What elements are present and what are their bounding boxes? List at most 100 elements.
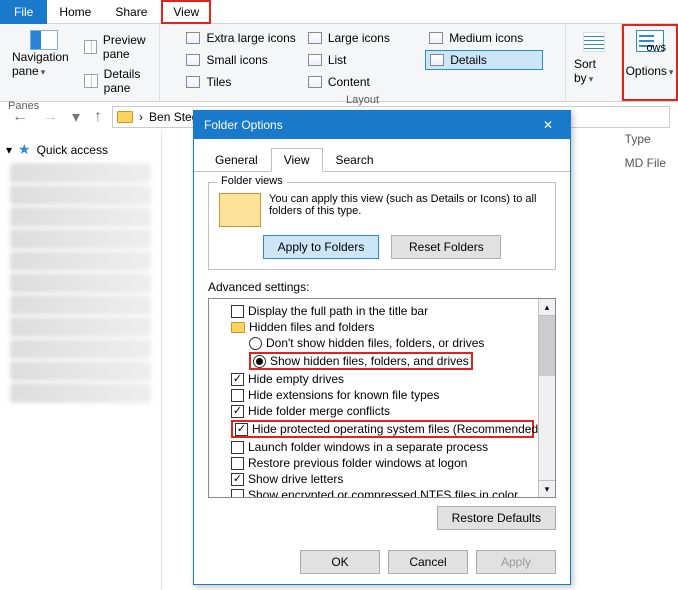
layout-large-label: Large icons [328,31,390,45]
scroll-thumb[interactable] [539,316,555,376]
tree-item-blurred[interactable] [10,185,151,205]
opt-show-drive-letters[interactable]: Show drive letters [213,471,534,487]
checkbox-icon [231,489,244,498]
layout-tiles-label: Tiles [206,75,231,89]
details-pane-button[interactable]: Details pane [84,67,151,95]
nav-recent-dropdown[interactable]: ▾ [68,107,84,127]
address-segment[interactable]: Ben Steg [149,110,198,124]
navigation-pane-button[interactable]: Navigation pane [12,30,76,98]
tree-item-blurred[interactable] [10,295,151,315]
options-button-label: Options [626,64,674,78]
nav-forward-button[interactable]: → [38,108,62,126]
dialog-titlebar[interactable]: Folder Options ✕ [194,111,570,139]
column-header-type[interactable]: Type [625,132,666,146]
layout-small-icons[interactable]: Small icons [182,50,299,70]
dialog-close-button[interactable]: ✕ [528,111,568,139]
opt-show-hidden[interactable]: Show hidden files, folders, and drives [213,351,534,371]
sort-by-button[interactable]: Sort by [574,57,613,85]
layout-medium-icons[interactable]: Medium icons [425,28,542,48]
opt-hide-empty-drives[interactable]: Hide empty drives [213,371,534,387]
file-type-value: MD File [625,156,666,170]
opt-hide-merge-conflicts-label: Hide folder merge conflicts [248,404,390,418]
tree-item-blurred[interactable] [10,383,151,403]
preview-pane-button[interactable]: Preview pane [84,33,151,61]
ribbon-tab-strip: File Home Share View [0,0,678,24]
folder-views-group: Folder views You can apply this view (su… [208,182,556,270]
checkbox-icon [231,305,244,318]
layout-content[interactable]: Content [304,72,421,92]
preview-pane-icon [84,40,97,54]
folder-views-group-title: Folder views [217,175,287,187]
tree-item-blurred[interactable] [10,339,151,359]
tree-item-blurred[interactable] [10,163,151,183]
opt-show-encrypted-color[interactable]: Show encrypted or compressed NTFS files … [213,487,534,497]
tree-item-blurred[interactable] [10,251,151,271]
tab-share[interactable]: Share [103,0,159,24]
opt-hide-protected-os-files[interactable]: Hide protected operating system files (R… [213,419,534,439]
details-pane-icon [84,74,97,88]
tree-item-blurred[interactable] [10,229,151,249]
navigation-tree: ▾ ★ Quick access [0,132,162,590]
folder-views-description: You can apply this view (such as Details… [269,193,545,227]
layout-small-label: Small icons [206,53,267,67]
opt-launch-separate-process[interactable]: Launch folder windows in a separate proc… [213,439,534,455]
tab-view[interactable]: View [161,0,211,24]
cancel-button[interactable]: Cancel [388,550,468,574]
advanced-settings-scrollbar[interactable]: ▴ ▾ [538,299,555,497]
small-icons-icon [186,54,200,66]
nav-up-button[interactable]: ↑ [90,108,106,126]
layout-list[interactable]: List [304,50,421,70]
opt-show-hidden-label: Show hidden files, folders, and drives [270,354,469,368]
reset-folders-button[interactable]: Reset Folders [391,235,501,259]
nav-back-button[interactable]: ← [8,108,32,126]
radio-checked-icon [253,355,266,368]
opt-show-encrypted-color-label: Show encrypted or compressed NTFS files … [248,488,518,497]
opt-dont-show-hidden[interactable]: Don't show hidden files, folders, or dri… [213,335,534,351]
layout-extra-large-icons[interactable]: Extra large icons [182,28,299,48]
tree-item-blurred[interactable] [10,273,151,293]
scroll-up-button[interactable]: ▴ [539,299,555,316]
tree-quick-access[interactable]: ▾ ★ Quick access [4,138,157,161]
layout-extra-large-label: Extra large icons [206,31,295,45]
ribbon-group-layout: Extra large icons Large icons Medium ico… [160,24,566,101]
dialog-tab-view[interactable]: View [271,148,323,172]
layout-details[interactable]: Details [425,50,542,70]
tab-home[interactable]: Home [47,0,103,24]
tree-item-blurred[interactable] [10,361,151,381]
restore-defaults-button[interactable]: Restore Defaults [437,506,556,530]
dialog-tabstrip: General View Search [194,139,570,172]
dialog-tab-general[interactable]: General [202,148,271,172]
ok-button[interactable]: OK [300,550,380,574]
opt-restore-previous-windows[interactable]: Restore previous folder windows at logon [213,455,534,471]
radio-icon [249,337,262,350]
opt-hide-protected-os-files-label: Hide protected operating system files (R… [252,422,538,436]
ribbon-group-options[interactable]: Options [622,24,678,101]
opt-hide-empty-drives-label: Hide empty drives [248,372,344,386]
opt-hide-extensions[interactable]: Hide extensions for known file types [213,387,534,403]
opt-hidden-files-folder[interactable]: Hidden files and folders [213,319,534,335]
tree-item-blurred[interactable] [10,207,151,227]
opt-hide-merge-conflicts[interactable]: Hide folder merge conflicts [213,403,534,419]
folder-small-icon [231,322,245,333]
layout-tiles[interactable]: Tiles [182,72,299,92]
opt-hide-extensions-label: Hide extensions for known file types [248,388,439,402]
opt-display-full-path[interactable]: Display the full path in the title bar [213,303,534,319]
opt-dont-show-hidden-label: Don't show hidden files, folders, or dri… [266,336,484,350]
tab-file[interactable]: File [0,0,47,24]
advanced-settings-label: Advanced settings: [208,280,556,294]
layout-large-icons[interactable]: Large icons [304,28,421,48]
scroll-down-button[interactable]: ▾ [539,480,555,497]
dialog-title: Folder Options [204,118,283,132]
checkbox-checked-icon [235,423,248,436]
dialog-footer: OK Cancel Apply [194,540,570,584]
checkbox-icon [231,441,244,454]
list-icon [308,54,322,66]
tree-item-blurred[interactable] [10,317,151,337]
content-icon [308,76,322,88]
checkbox-checked-icon [231,473,244,486]
ribbon-group-layout-label: Layout [346,94,379,106]
apply-button[interactable]: Apply [476,550,556,574]
apply-to-folders-button[interactable]: Apply to Folders [263,235,380,259]
checkbox-icon [231,457,244,470]
dialog-tab-search[interactable]: Search [323,148,387,172]
